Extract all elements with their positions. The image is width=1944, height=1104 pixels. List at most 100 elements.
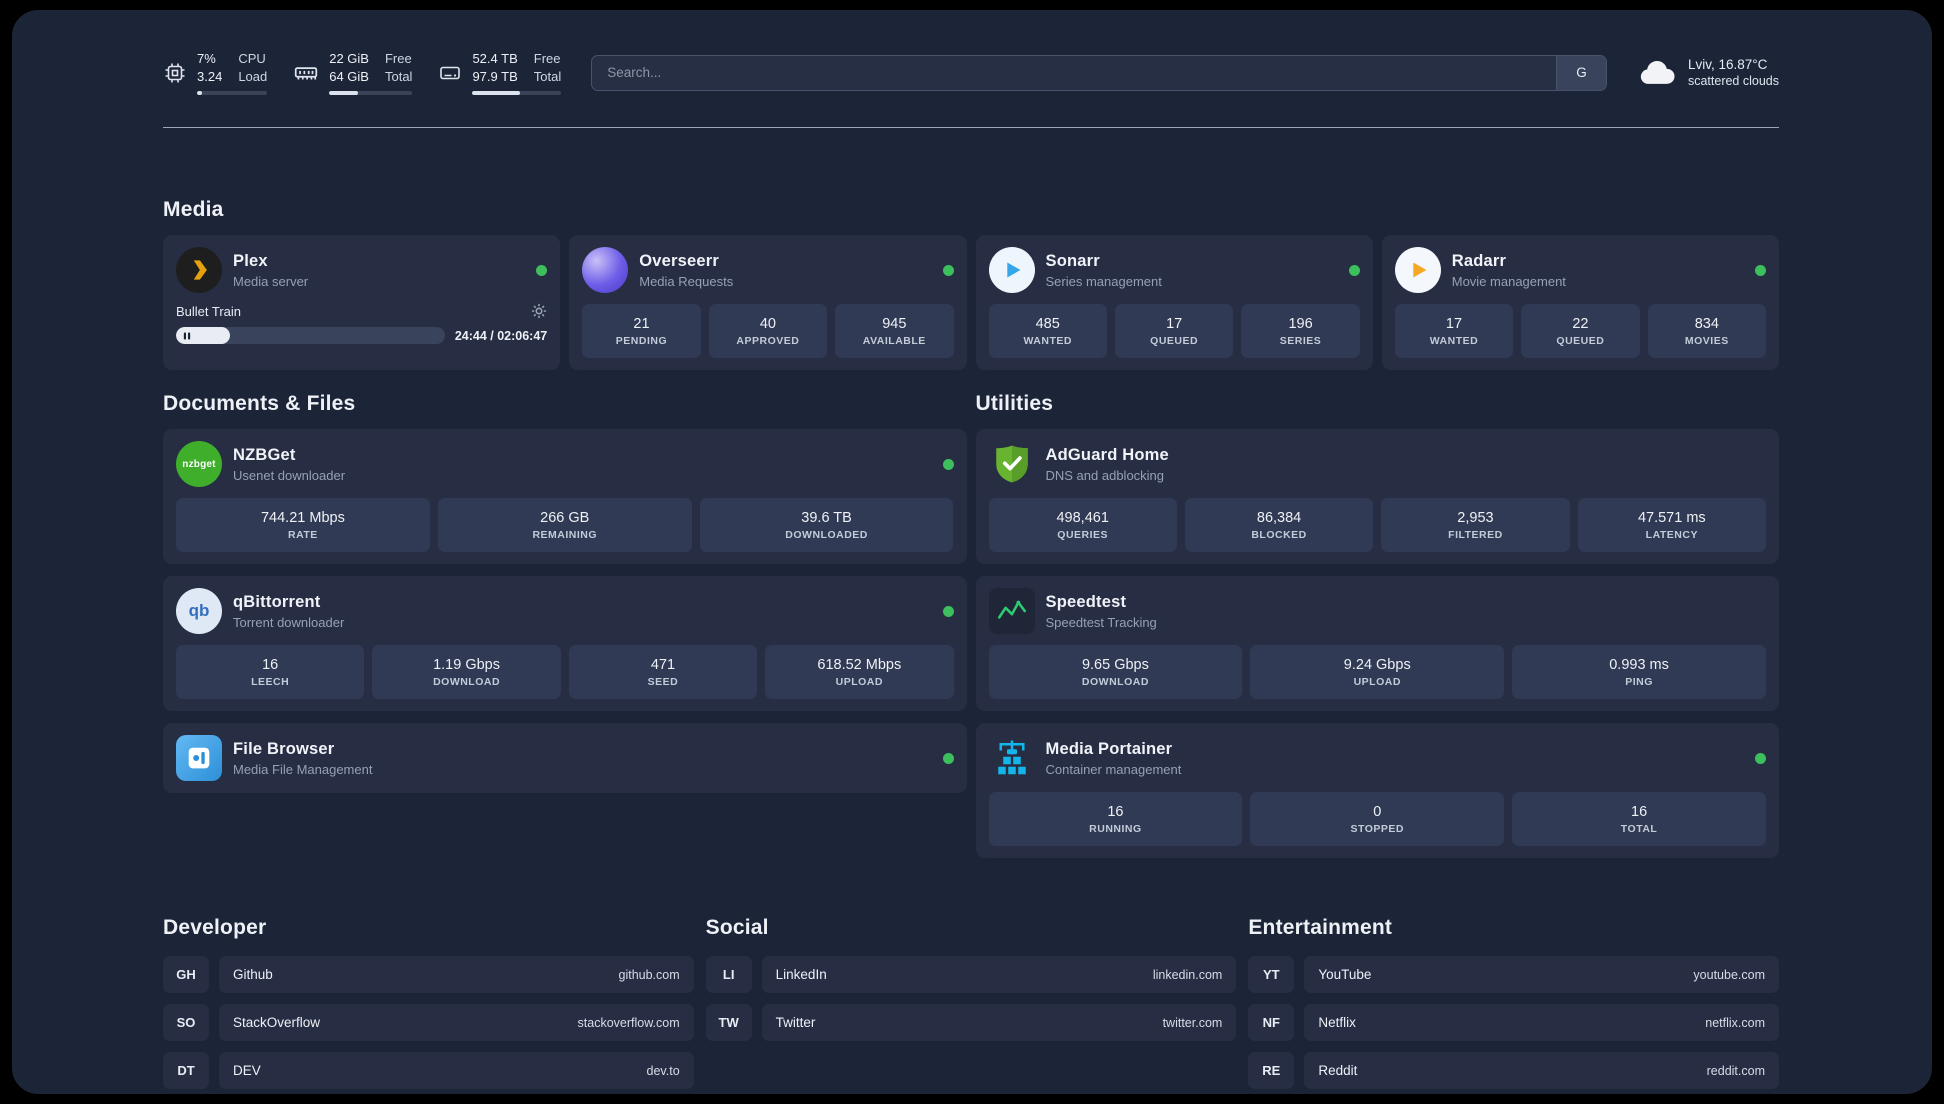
link-abbr-tile[interactable]: NF bbox=[1248, 1004, 1295, 1042]
link-item[interactable]: Netflix netflix.com bbox=[1304, 1004, 1779, 1042]
disk-icon bbox=[438, 61, 462, 85]
link-item[interactable]: YouTube youtube.com bbox=[1304, 956, 1779, 994]
stat-value: 834 bbox=[1694, 315, 1719, 332]
stat-label: WANTED bbox=[1429, 334, 1479, 347]
stat-tile: 9.24 Gbps UPLOAD bbox=[1250, 645, 1505, 700]
link-abbr-tile[interactable]: YT bbox=[1248, 956, 1295, 994]
stat-label: WANTED bbox=[1023, 334, 1072, 347]
app-title: AdGuard Home bbox=[1045, 445, 1169, 464]
adguard-card[interactable]: AdGuard Home DNS and adblocking 498,461 … bbox=[975, 429, 1779, 565]
link-item[interactable]: Reddit reddit.com bbox=[1304, 1052, 1779, 1090]
stat-value: 86,384 bbox=[1256, 509, 1302, 526]
stat-tile: 17 QUEUED bbox=[1114, 304, 1234, 359]
stat-tile: 0.993 ms PING bbox=[1512, 645, 1766, 700]
link-domain: linkedin.com bbox=[1152, 967, 1223, 982]
stat-value: 2,953 bbox=[1457, 509, 1494, 526]
link-item[interactable]: LinkedIn linkedin.com bbox=[761, 956, 1237, 994]
radarr-card[interactable]: Radarr Movie management 17 WANTED 22 QUE… bbox=[1381, 235, 1779, 371]
status-online-dot bbox=[942, 752, 954, 764]
stat-value: 39.6 TB bbox=[801, 509, 852, 526]
nzbget-card[interactable]: nzbget NZBGet Usenet downloader 744.21 M… bbox=[163, 429, 967, 565]
filebrowser-card[interactable]: File Browser Media File Management bbox=[163, 723, 967, 794]
link-row: GH Github github.com bbox=[163, 956, 694, 994]
sonarr-icon bbox=[988, 247, 1035, 294]
stat-tile: 16 LEECH bbox=[176, 645, 365, 700]
ram-total-value: 64 GiB bbox=[329, 69, 369, 85]
app-subtitle: Container management bbox=[1045, 761, 1182, 777]
plex-card[interactable]: Plex Media server Bullet Train 24:44 / 0… bbox=[163, 235, 561, 371]
playback-progress-bar[interactable] bbox=[176, 327, 445, 345]
cpu-progress-bar bbox=[197, 91, 268, 96]
link-abbr-tile[interactable]: RE bbox=[1248, 1052, 1295, 1090]
link-domain: stackoverflow.com bbox=[577, 1015, 680, 1030]
stat-value: 1.19 Gbps bbox=[433, 656, 501, 673]
link-item[interactable]: StackOverflow stackoverflow.com bbox=[219, 1004, 694, 1042]
stat-label: UPLOAD bbox=[835, 675, 883, 688]
disk-metric: 52.4 TB 97.9 TB Free Total bbox=[438, 50, 562, 96]
stat-label: QUERIES bbox=[1057, 528, 1109, 541]
link-row: RE Reddit reddit.com bbox=[1248, 1052, 1779, 1090]
link-item[interactable]: Github github.com bbox=[219, 956, 694, 994]
search-engine-button[interactable]: G bbox=[1555, 55, 1606, 90]
status-online-dot bbox=[942, 264, 954, 276]
settings-gear-icon[interactable] bbox=[531, 303, 547, 319]
cloud-icon bbox=[1637, 53, 1677, 93]
disk-progress-bar bbox=[472, 91, 562, 96]
sonarr-card[interactable]: Sonarr Series management 485 WANTED 17 Q… bbox=[975, 235, 1373, 371]
link-name: Github bbox=[233, 967, 273, 983]
link-abbr-tile[interactable]: TW bbox=[705, 1004, 752, 1042]
link-name: Netflix bbox=[1318, 1015, 1356, 1031]
cpu-label: CPU bbox=[238, 51, 266, 66]
overseerr-icon bbox=[582, 247, 629, 294]
app-title: Sonarr bbox=[1045, 251, 1100, 270]
stat-label: SEED bbox=[647, 675, 679, 688]
stat-value: 21 bbox=[633, 315, 650, 332]
ram-total-label: Total bbox=[384, 69, 413, 85]
media-section: Media Plex Media server Bullet Train 24:… bbox=[163, 198, 1779, 371]
link-row: DT DEV dev.to bbox=[163, 1052, 694, 1090]
overseerr-card[interactable]: Overseerr Media Requests 21 PENDING 40 A… bbox=[569, 235, 967, 371]
app-title: qBittorrent bbox=[233, 592, 321, 611]
app-subtitle: Speedtest Tracking bbox=[1045, 614, 1157, 630]
stat-tile: 21 PENDING bbox=[582, 304, 701, 359]
stat-tile: 618.52 Mbps UPLOAD bbox=[765, 645, 954, 700]
link-abbr-tile[interactable]: DT bbox=[163, 1052, 209, 1090]
ram-progress-bar bbox=[329, 91, 413, 96]
status-online-dot bbox=[942, 458, 954, 470]
link-abbr-tile[interactable]: LI bbox=[705, 956, 752, 994]
speedtest-card[interactable]: Speedtest Speedtest Tracking 9.65 Gbps D… bbox=[975, 576, 1779, 712]
link-name: DEV bbox=[233, 1063, 261, 1079]
ram-free-value: 22 GiB bbox=[329, 51, 369, 66]
stat-tile: 17 WANTED bbox=[1394, 304, 1514, 359]
stat-label: RUNNING bbox=[1089, 822, 1142, 835]
app-subtitle: Movie management bbox=[1451, 273, 1566, 289]
link-abbr-tile[interactable]: GH bbox=[163, 956, 209, 994]
link-row: NF Netflix netflix.com bbox=[1248, 1004, 1779, 1042]
link-row: TW Twitter twitter.com bbox=[705, 1004, 1237, 1042]
link-item[interactable]: DEV dev.to bbox=[219, 1052, 694, 1090]
portainer-card[interactable]: Media Portainer Container management 16 … bbox=[975, 723, 1779, 859]
topbar-divider bbox=[163, 127, 1779, 129]
playback-time: 24:44 / 02:06:47 bbox=[454, 328, 548, 343]
stat-tile: 16 RUNNING bbox=[988, 792, 1243, 847]
app-subtitle: Media server bbox=[233, 273, 309, 289]
link-item[interactable]: Twitter twitter.com bbox=[761, 1004, 1237, 1042]
link-domain: twitter.com bbox=[1162, 1015, 1223, 1030]
search-input[interactable] bbox=[592, 55, 1556, 90]
nzbget-icon: nzbget bbox=[176, 441, 222, 488]
cpu-icon bbox=[163, 61, 187, 85]
stat-tile: 196 SERIES bbox=[1241, 304, 1360, 359]
link-name: Twitter bbox=[775, 1015, 816, 1031]
qbittorrent-card[interactable]: qb qBittorrent Torrent downloader 16 LEE bbox=[163, 576, 967, 712]
developer-links-section: Developer GH Github github.com SO StackO… bbox=[163, 916, 694, 1094]
link-abbr-tile[interactable]: SO bbox=[163, 1004, 209, 1042]
app-title: Plex bbox=[233, 251, 268, 270]
search-bar: G bbox=[591, 54, 1607, 91]
link-row: LI LinkedIn linkedin.com bbox=[705, 956, 1237, 994]
stat-value: 266 GB bbox=[540, 509, 590, 526]
pause-icon[interactable] bbox=[182, 331, 192, 341]
stat-tile: 945 AVAILABLE bbox=[835, 304, 954, 359]
stat-label: MOVIES bbox=[1684, 334, 1729, 347]
weather-widget[interactable]: Lviv, 16.87°C scattered clouds bbox=[1637, 53, 1779, 93]
ram-icon bbox=[293, 60, 319, 86]
